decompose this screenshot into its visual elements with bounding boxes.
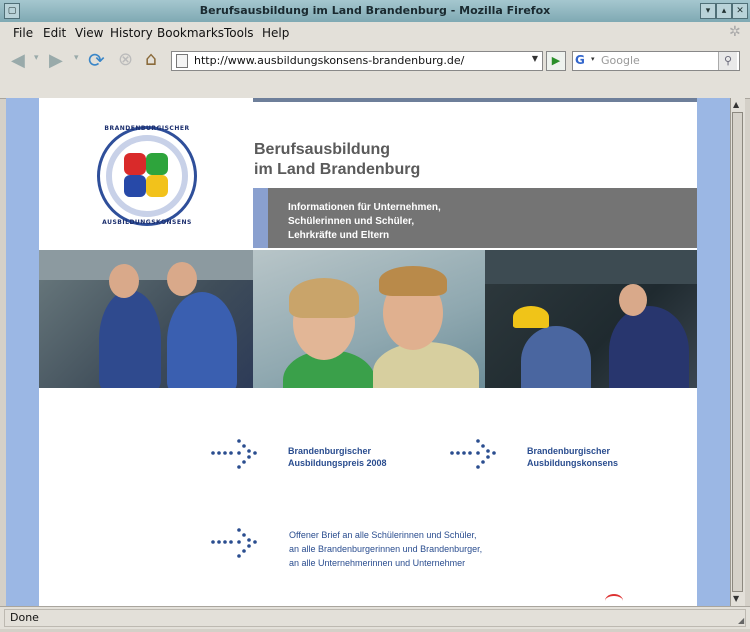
go-button[interactable]: ▶	[546, 51, 566, 71]
info-banner: Informationen für Unternehmen, Schülerin…	[253, 188, 697, 248]
page-icon	[176, 54, 188, 68]
link-open-letter[interactable]: Offener Brief an alle Schülerinnen und S…	[289, 528, 482, 570]
scroll-down-icon[interactable]: ▼	[733, 594, 739, 603]
status-panel	[4, 609, 746, 627]
link-ausbildungspreis-line-1[interactable]: Brandenburgischer	[288, 445, 387, 457]
url-history-dropdown-icon[interactable]: ▼	[532, 54, 538, 63]
throbber-icon: ✲	[729, 24, 741, 40]
menu-file[interactable]: File	[13, 26, 33, 40]
maximize-button[interactable]: ▴	[716, 3, 732, 19]
link-ausbildungskonsens-line-1[interactable]: Brandenburgischer	[527, 445, 618, 457]
photo-mechanics	[485, 250, 697, 388]
arrow-dots-icon-preis[interactable]	[211, 435, 263, 471]
menu-history[interactable]: History	[110, 26, 153, 40]
menu-help[interactable]: Help	[262, 26, 289, 40]
puzzle-red-icon	[124, 153, 146, 175]
top-stripe	[253, 98, 697, 102]
scrollbar-thumb[interactable]	[732, 112, 743, 592]
arrow-dots-icon-konsens[interactable]	[450, 435, 502, 471]
menu-bookmarks[interactable]: Bookmarks	[157, 26, 224, 40]
link-ausbildungspreis-line-2[interactable]: Ausbildungspreis 2008	[288, 457, 387, 469]
ausbildungskonsens-logo[interactable]: BRANDENBURGISCHER AUSBILDUNGSKONSENS	[97, 125, 197, 226]
info-line-3: Lehrkräfte und Eltern	[288, 230, 390, 241]
menu-edit[interactable]: Edit	[43, 26, 66, 40]
status-text: Done	[10, 611, 39, 624]
reload-icon[interactable]: ⟳	[88, 48, 105, 72]
open-letter-line-3[interactable]: an alle Unternehmerinnen und Unternehmer	[289, 556, 482, 570]
url-text: http://www.ausbildungskonsens-brandenbur…	[194, 54, 465, 67]
scroll-up-icon[interactable]: ▲	[733, 100, 739, 109]
search-input[interactable]: Google	[601, 54, 640, 67]
search-box[interactable]: G ▾ Google ⚲	[572, 51, 740, 71]
menu-bar: File Edit View History Bookmarks Tools H…	[0, 22, 750, 44]
forward-dropdown-icon[interactable]: ▾	[74, 53, 79, 63]
back-dropdown-icon[interactable]: ▾	[34, 53, 39, 63]
search-icon[interactable]: ⚲	[718, 52, 737, 70]
bookmarks-toolbar	[0, 76, 750, 99]
resize-grip-icon[interactable]: ◢	[738, 616, 748, 626]
open-letter-line-2[interactable]: an alle Brandenburgerinnen und Brandenbu…	[289, 542, 482, 556]
menu-tools[interactable]: Tools	[224, 26, 254, 40]
link-ausbildungskonsens[interactable]: Brandenburgischer Ausbildungskonsens	[527, 445, 618, 469]
menu-view[interactable]: View	[75, 26, 103, 40]
search-engine-dropdown-icon[interactable]: ▾	[591, 55, 595, 63]
status-bar: Done ◢	[0, 606, 750, 629]
puzzle-green-icon	[146, 153, 168, 175]
browser-window: ▢ Berufsausbildung im Land Brandenburg -…	[0, 0, 750, 632]
forward-icon[interactable]: ▶	[49, 50, 63, 71]
close-button[interactable]: ✕	[732, 3, 748, 19]
link-ausbildungspreis[interactable]: Brandenburgischer Ausbildungspreis 2008	[288, 445, 387, 469]
info-line-2: Schülerinnen und Schüler,	[288, 216, 415, 227]
minimize-button[interactable]: ▾	[700, 3, 716, 19]
content-viewport: BRANDENBURGISCHER AUSBILDUNGSKONSENS Ber…	[6, 98, 730, 606]
back-icon[interactable]: ◀	[11, 50, 25, 71]
open-letter-line-1[interactable]: Offener Brief an alle Schülerinnen und S…	[289, 528, 482, 542]
heading-line-2: im Land Brandenburg	[254, 161, 421, 178]
stop-icon[interactable]: ⊗	[118, 49, 133, 70]
photo-two-students	[253, 250, 485, 388]
vertical-scrollbar[interactable]: ▲ ▼	[730, 98, 745, 606]
window-title: Berufsausbildung im Land Brandenburg - M…	[199, 4, 551, 17]
partial-red-logo-icon	[605, 594, 623, 606]
home-icon[interactable]: ⌂	[145, 48, 157, 70]
info-line-1: Informationen für Unternehmen,	[288, 202, 441, 213]
arrow-dots-icon-letter[interactable]	[211, 524, 263, 560]
search-engine-icon[interactable]: G	[575, 53, 585, 67]
info-banner-accent	[253, 188, 268, 248]
web-page: BRANDENBURGISCHER AUSBILDUNGSKONSENS Ber…	[39, 98, 697, 606]
logo-top-text: BRANDENBURGISCHER	[104, 125, 190, 132]
url-bar[interactable]: http://www.ausbildungskonsens-brandenbur…	[171, 51, 543, 71]
info-banner-text: Informationen für Unternehmen, Schülerin…	[288, 201, 441, 243]
puzzle-blue-icon	[124, 175, 146, 197]
logo-bottom-text: AUSBILDUNGSKONSENS	[102, 219, 192, 226]
puzzle-yellow-icon	[146, 175, 168, 197]
page-heading: Berufsausbildung im Land Brandenburg	[254, 140, 420, 180]
link-ausbildungskonsens-line-2[interactable]: Ausbildungskonsens	[527, 457, 618, 469]
photo-workshop-trainees	[39, 250, 253, 388]
title-bar[interactable]: ▢ Berufsausbildung im Land Brandenburg -…	[0, 0, 750, 23]
heading-line-1: Berufsausbildung	[254, 141, 391, 158]
